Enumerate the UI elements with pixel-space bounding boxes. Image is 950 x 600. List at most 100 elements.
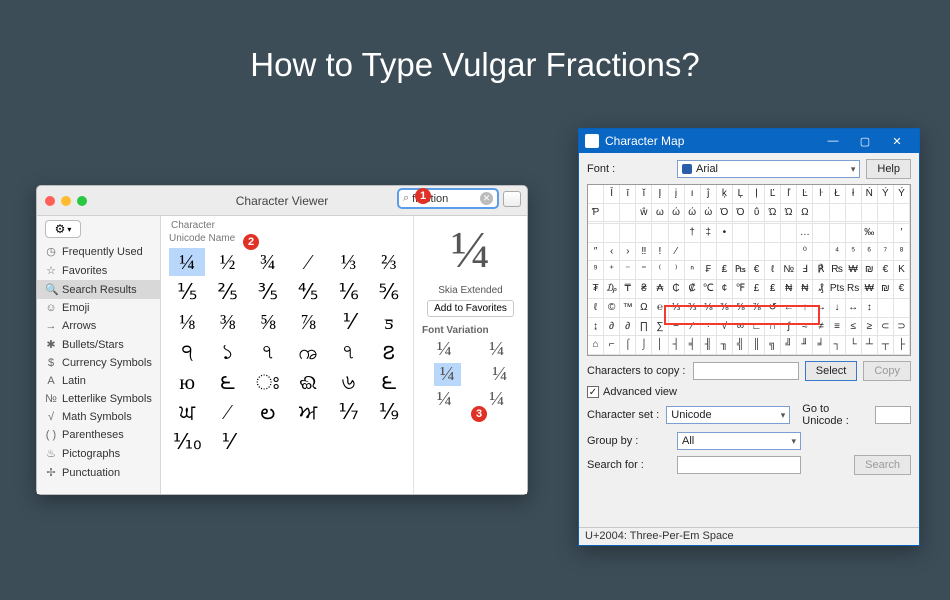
search-input[interactable]: ⌕ fraction ✕ bbox=[397, 188, 499, 209]
sidebar-item[interactable]: ♨Pictographs bbox=[37, 444, 160, 463]
sidebar-item[interactable]: ☺Emoji bbox=[37, 299, 160, 317]
character-cell[interactable]: ₯ bbox=[604, 280, 620, 299]
character-cell[interactable]: ⅗ bbox=[250, 278, 286, 306]
character-cell[interactable]: ┬ bbox=[878, 336, 894, 355]
character-cell[interactable]: ļ bbox=[749, 185, 765, 204]
character-cell[interactable]: ⁿ bbox=[685, 261, 701, 280]
character-cell[interactable]: į bbox=[669, 185, 685, 204]
sidebar-item[interactable]: ( )Parentheses bbox=[37, 426, 160, 444]
character-cell[interactable]: ₦ bbox=[797, 280, 813, 299]
character-cell[interactable]: ₳ bbox=[652, 280, 668, 299]
close-button[interactable]: ✕ bbox=[881, 129, 913, 153]
character-cell[interactable]: ∂ bbox=[604, 318, 620, 337]
character-cell[interactable]: ¾ bbox=[250, 248, 286, 276]
character-cell[interactable]: ਃ bbox=[250, 368, 286, 396]
character-cell[interactable]: › bbox=[620, 243, 636, 262]
character-cell[interactable]: ∙ bbox=[701, 318, 717, 337]
character-cell[interactable]: ↺ bbox=[765, 299, 781, 318]
character-cell[interactable]: ₨ bbox=[830, 261, 846, 280]
font-variation-glyph[interactable]: ¼ bbox=[492, 363, 507, 386]
sidebar-item[interactable]: $Currency Symbols bbox=[37, 354, 160, 372]
character-cell[interactable]: ਘ bbox=[169, 398, 205, 426]
character-cell[interactable]: ≠ bbox=[813, 318, 829, 337]
character-cell[interactable] bbox=[830, 224, 846, 243]
sidebar-item[interactable]: →Arrows bbox=[37, 317, 160, 335]
character-cell[interactable]: ↕ bbox=[862, 299, 878, 318]
character-cell[interactable] bbox=[878, 224, 894, 243]
character-cell[interactable] bbox=[765, 224, 781, 243]
character-cell[interactable]: ౭ bbox=[371, 338, 407, 366]
character-cell[interactable] bbox=[813, 243, 829, 262]
font-variation-glyph[interactable]: ¼ bbox=[437, 338, 452, 361]
character-cell[interactable] bbox=[813, 204, 829, 223]
character-cell[interactable]: ⁄ bbox=[669, 243, 685, 262]
character-cell[interactable]: − bbox=[669, 318, 685, 337]
character-cell[interactable] bbox=[717, 243, 733, 262]
character-cell[interactable] bbox=[894, 204, 910, 223]
character-cell[interactable]: ↔ bbox=[846, 299, 862, 318]
character-cell[interactable]: ώ bbox=[701, 204, 717, 223]
character-cell[interactable] bbox=[652, 224, 668, 243]
charset-select[interactable]: Unicode ▾ bbox=[666, 406, 790, 424]
character-cell[interactable]: ₩ bbox=[862, 280, 878, 299]
character-cell[interactable]: ⁵ bbox=[846, 243, 862, 262]
character-cell[interactable]: ⁴ bbox=[830, 243, 846, 262]
character-cell[interactable]: ‡ bbox=[701, 224, 717, 243]
character-cell[interactable]: ⅞ bbox=[749, 299, 765, 318]
character-cell[interactable] bbox=[620, 204, 636, 223]
character-cell[interactable]: Į bbox=[652, 185, 668, 204]
character-cell[interactable]: ⁷ bbox=[878, 243, 894, 262]
character-cell[interactable]: ↑ bbox=[797, 299, 813, 318]
character-cell[interactable]: ¼ bbox=[169, 248, 205, 276]
gear-menu-button[interactable]: ⚙ ▾ bbox=[45, 220, 81, 238]
character-cell[interactable]: Ƥ bbox=[588, 204, 604, 223]
character-cell[interactable] bbox=[604, 224, 620, 243]
character-cell[interactable]: ৭ bbox=[250, 338, 286, 366]
sidebar-item[interactable]: ☆Favorites bbox=[37, 261, 160, 280]
collapse-sidebar-button[interactable] bbox=[503, 191, 521, 207]
character-cell[interactable] bbox=[733, 224, 749, 243]
character-cell[interactable]: ৭ bbox=[330, 338, 366, 366]
character-cell[interactable]: ⌡ bbox=[636, 336, 652, 355]
character-cell[interactable] bbox=[620, 224, 636, 243]
copy-button[interactable]: Copy bbox=[863, 361, 911, 381]
character-cell[interactable]: ⅙ bbox=[330, 278, 366, 306]
character-cell[interactable]: ৬ bbox=[330, 368, 366, 396]
character-cell[interactable]: ⅐ bbox=[330, 398, 366, 426]
character-cell[interactable]: Pts bbox=[830, 280, 846, 299]
character-cell[interactable]: Ό bbox=[717, 204, 733, 223]
character-cell[interactable]: ⅟ bbox=[330, 308, 366, 336]
character-cell[interactable]: € bbox=[878, 261, 894, 280]
character-cell[interactable]: ⁰ bbox=[797, 243, 813, 262]
character-cell[interactable]: ₩ bbox=[846, 261, 862, 280]
add-to-favorites-button[interactable]: Add to Favorites bbox=[427, 300, 514, 317]
character-cell[interactable]: ╗ bbox=[765, 336, 781, 355]
character-cell[interactable]: ľ bbox=[781, 185, 797, 204]
character-cell[interactable]: ╡ bbox=[685, 336, 701, 355]
character-cell[interactable]: ∞ bbox=[733, 318, 749, 337]
character-cell[interactable] bbox=[894, 299, 910, 318]
character-cell[interactable]: └ bbox=[846, 336, 862, 355]
chars-to-copy-input[interactable] bbox=[693, 362, 799, 380]
character-cell[interactable]: ŀ bbox=[813, 185, 829, 204]
character-cell[interactable]: ╢ bbox=[701, 336, 717, 355]
character-cell[interactable] bbox=[781, 243, 797, 262]
character-cell[interactable]: ώ bbox=[685, 204, 701, 223]
character-cell[interactable] bbox=[862, 204, 878, 223]
character-cell[interactable] bbox=[250, 428, 286, 456]
character-cell[interactable]: ⅑ bbox=[371, 398, 407, 426]
character-cell[interactable]: ‼ bbox=[636, 243, 652, 262]
character-cell[interactable]: ⌂ bbox=[588, 336, 604, 355]
character-cell[interactable]: ⊃ bbox=[894, 318, 910, 337]
character-cell[interactable]: ™ bbox=[620, 299, 636, 318]
character-cell[interactable]: Ŀ bbox=[797, 185, 813, 204]
character-cell[interactable]: ║ bbox=[749, 336, 765, 355]
character-cell[interactable] bbox=[749, 243, 765, 262]
character-cell[interactable]: ⅔ bbox=[685, 299, 701, 318]
character-cell[interactable] bbox=[781, 224, 797, 243]
font-variation-glyph[interactable]: ¼ bbox=[437, 388, 452, 411]
character-cell[interactable]: Ń bbox=[862, 185, 878, 204]
font-variation-glyph[interactable]: ¼ bbox=[489, 388, 504, 411]
character-cell[interactable]: Ⅎ bbox=[797, 261, 813, 280]
select-button[interactable]: Select bbox=[805, 361, 858, 381]
